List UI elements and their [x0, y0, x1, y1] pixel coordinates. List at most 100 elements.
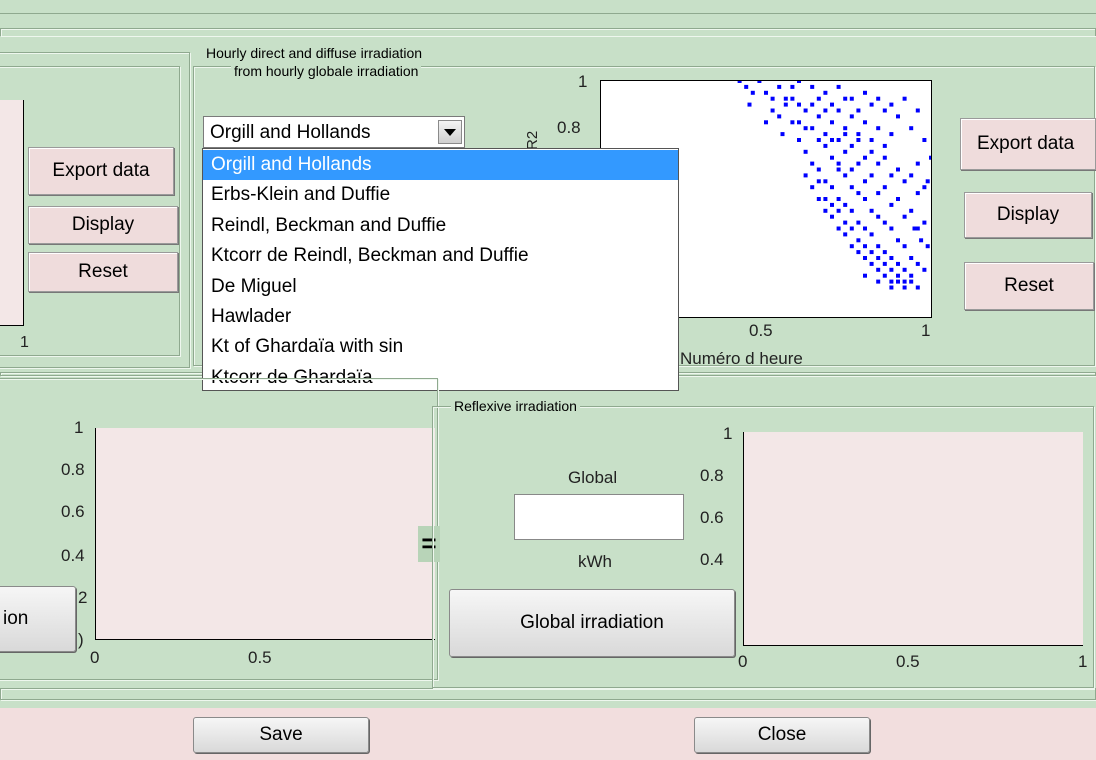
scatter-point [803, 108, 808, 113]
scatter-point [770, 108, 775, 113]
model-select[interactable]: Orgill and Hollands [203, 116, 465, 148]
dropdown-option[interactable]: Ktcorr de Reindl, Beckman and Duffie [203, 241, 678, 271]
scatter-point [889, 102, 894, 107]
scatter-point [849, 143, 854, 148]
scatter-point [896, 238, 900, 243]
scatter-point [882, 273, 887, 278]
scatter-point [744, 84, 749, 89]
scatter-point [764, 120, 768, 125]
scatter-point [863, 120, 867, 125]
scatter-point [902, 285, 907, 290]
scatter-point [830, 185, 834, 190]
dropdown-option[interactable]: Erbs-Klein and Duffie [203, 180, 678, 210]
rf-ytick-08: 0.8 [700, 466, 724, 485]
scatter-point [849, 185, 854, 190]
scatter-point [902, 279, 907, 284]
scatter-point [902, 96, 907, 101]
bl-ytick-08: 0.8 [61, 460, 85, 479]
scatter-point [856, 138, 861, 142]
scatter-point [823, 132, 828, 137]
scatter-ytick-1: 1 [578, 72, 588, 91]
scatter-point [922, 220, 927, 225]
scatter-point [902, 267, 907, 272]
scatter-point [915, 191, 920, 196]
scatter-point [803, 149, 808, 154]
scatter-point [856, 108, 861, 113]
footer-bar [0, 708, 1096, 760]
scatter-point [915, 285, 920, 290]
export-data-button[interactable]: Export data [960, 118, 1096, 170]
scatter-point [823, 90, 828, 95]
scatter-point [843, 173, 848, 178]
dropdown-option[interactable]: Kt of Ghardaïa with sin [203, 332, 678, 362]
scatter-point [856, 238, 861, 243]
scatter-point [889, 173, 894, 178]
scatter-point [889, 132, 894, 137]
scatter-xlabel: Numéro d heure [680, 349, 803, 368]
scatter-point [869, 250, 874, 255]
scatter-point [882, 155, 887, 160]
scatter-point [823, 143, 828, 148]
dropdown-option[interactable]: Hawlader [203, 302, 678, 332]
left-display-button[interactable]: Display [28, 206, 178, 244]
dropdown-option[interactable]: De Miguel [203, 272, 678, 302]
display-button[interactable]: Display [964, 192, 1092, 238]
global-irradiation-button[interactable]: Global irradiation [449, 589, 735, 657]
reflexive-plot [743, 432, 1083, 646]
direct-diffuse-title-1: Hourly direct and diffuse irradiation [203, 45, 426, 61]
scatter-point [882, 220, 887, 225]
scatter-point [909, 279, 914, 284]
scatter-point [737, 81, 742, 83]
scatter-point [915, 108, 920, 113]
reset-button[interactable]: Reset [964, 262, 1094, 310]
scatter-ytick-08: 0.8 [557, 118, 581, 137]
scatter-point [747, 102, 752, 107]
scatter-point [889, 226, 894, 231]
left-export-data-button[interactable]: Export data [28, 147, 174, 195]
dropdown-option[interactable]: Orgill and Hollands [203, 150, 678, 181]
scatter-point [830, 138, 834, 142]
scatter-point [863, 197, 867, 201]
scatter-point [896, 273, 900, 278]
scatter-point [925, 179, 930, 184]
save-button[interactable]: Save [193, 717, 369, 753]
scatter-point [919, 238, 924, 243]
scatter-point [889, 256, 894, 260]
top-strip [0, 0, 1096, 14]
scatter-point [902, 244, 907, 249]
left-reset-button[interactable]: Reset [28, 252, 178, 292]
scatter-point [843, 232, 848, 237]
scatter-point [757, 81, 762, 83]
dropdown-option[interactable]: Reindl, Beckman and Duffie [203, 211, 678, 241]
scatter-point [849, 96, 854, 101]
scatter-point [856, 132, 861, 137]
left-axis-tick: 1 [20, 334, 29, 351]
scatter-point [889, 285, 894, 290]
scatter-point [863, 179, 867, 184]
scatter-point [902, 179, 907, 184]
scatter-point [869, 208, 874, 213]
scatter-point [856, 220, 861, 225]
reflexive-title: Reflexive irradiation [451, 398, 580, 414]
close-button[interactable]: Close [694, 717, 870, 753]
scatter-point [830, 155, 834, 160]
bottom-left-button[interactable]: ion [0, 586, 76, 652]
rf-ytick-04: 0.4 [700, 550, 724, 569]
bl-xtick-0: 0 [90, 648, 100, 667]
scatter-point [836, 161, 841, 166]
scatter-point [882, 250, 887, 255]
scatter-point [876, 161, 881, 166]
scatter-point [909, 208, 914, 213]
dropdown-arrow-icon[interactable] [438, 120, 462, 144]
scatter-point [896, 167, 900, 172]
rf-ytick-1: 1 [723, 424, 733, 443]
scatter-point [764, 90, 768, 95]
scatter-point [843, 96, 848, 101]
scatter-point [902, 214, 907, 219]
scatter-point [896, 261, 900, 266]
scatter-point [896, 279, 900, 284]
scatter-point [876, 244, 881, 249]
global-field[interactable] [514, 494, 684, 540]
scatter-point [790, 120, 795, 125]
scatter-point [843, 126, 848, 131]
